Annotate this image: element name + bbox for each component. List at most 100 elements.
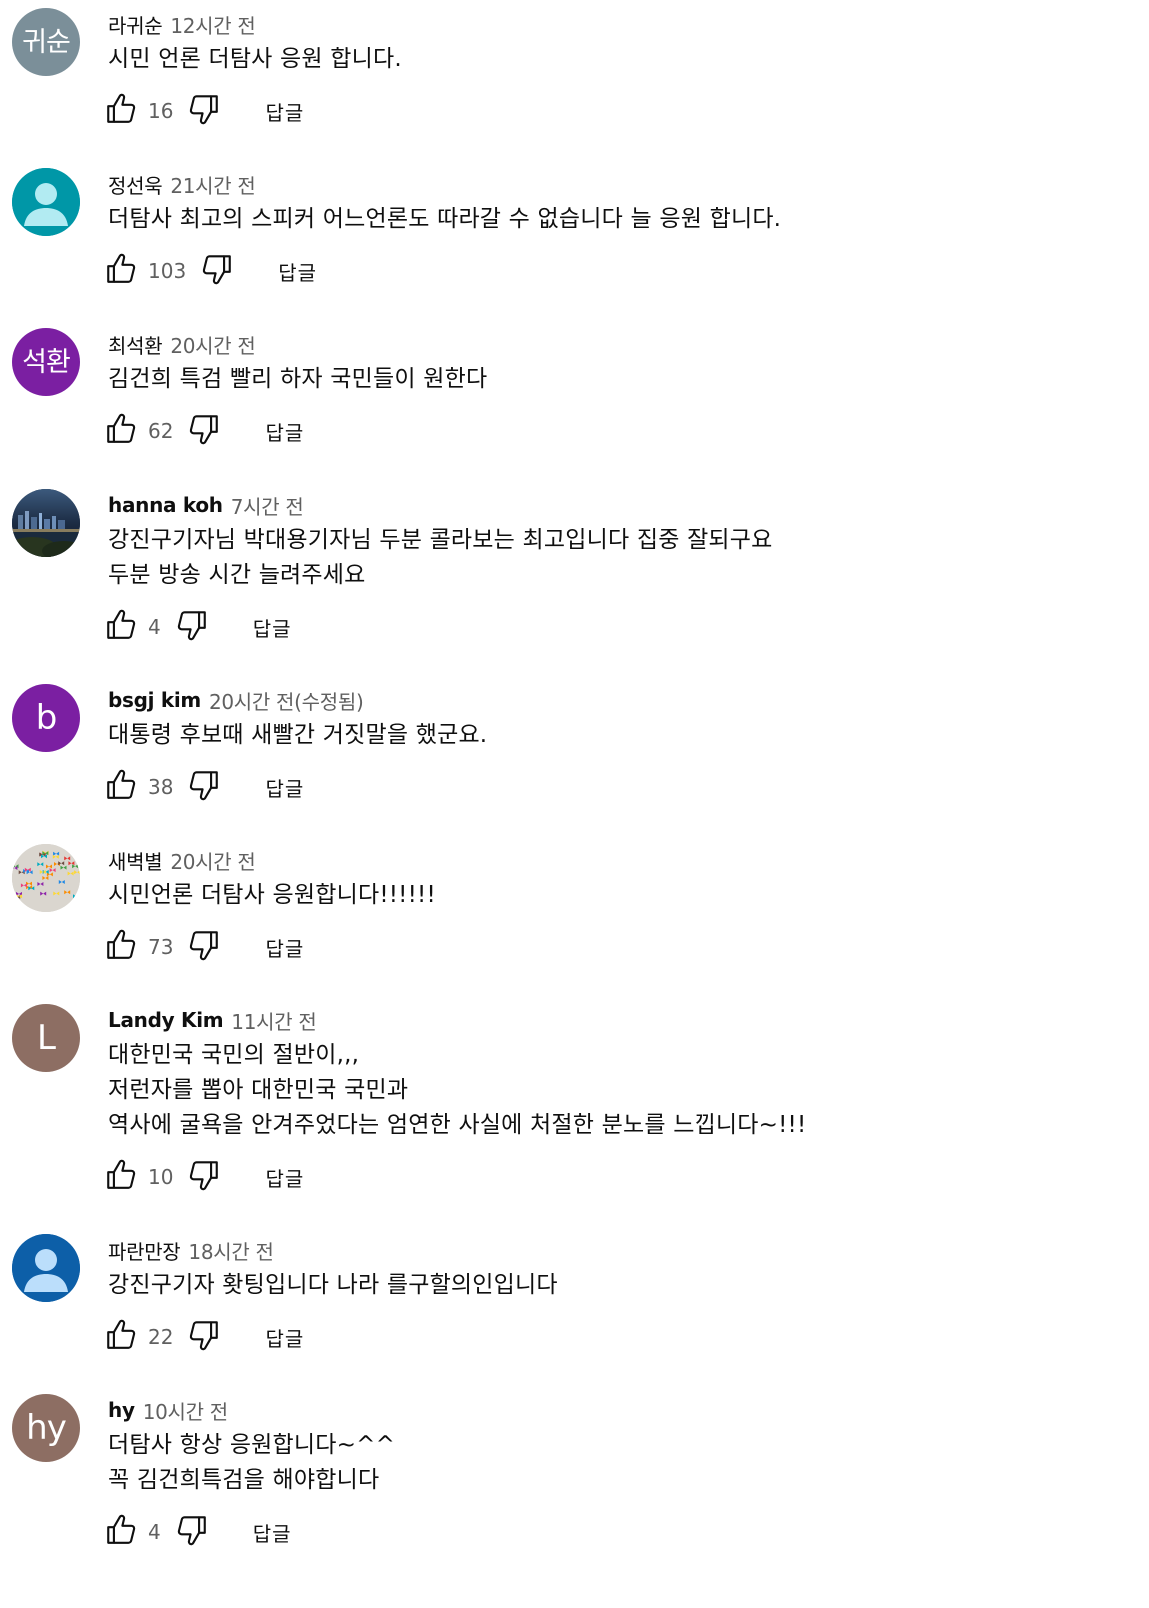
author-name[interactable]: 파란만장 xyxy=(108,1236,181,1265)
dislike-button[interactable] xyxy=(187,94,221,128)
comment-header: 최석환 20시간 전 xyxy=(108,328,256,360)
like-count: 38 xyxy=(148,775,174,799)
comment-text: 대통령 후보때 새빨간 거짓말을 했군요. xyxy=(108,718,487,753)
dislike-button[interactable] xyxy=(175,610,209,644)
like-button[interactable] xyxy=(104,1159,138,1194)
comment-line: 대한민국 국민의 절반이,,, xyxy=(108,1042,360,1068)
comment-timestamp[interactable]: 7시간 전 xyxy=(231,491,304,520)
avatar[interactable]: b xyxy=(12,684,80,752)
like-button[interactable] xyxy=(104,1514,138,1549)
author-name[interactable]: 최석환 xyxy=(108,330,163,359)
comment-actions: 22 답글 xyxy=(104,1317,304,1357)
comment-header: hanna koh 7시간 전 xyxy=(108,489,304,521)
avatar[interactable] xyxy=(12,168,80,236)
reply-button[interactable]: 답글 xyxy=(265,97,304,126)
reply-button[interactable]: 답글 xyxy=(278,257,317,286)
author-name[interactable]: 라귀순 xyxy=(108,10,163,39)
comment-line: 강진구기자 홧팅입니다 나라 를구할의인입니다 xyxy=(108,1272,558,1298)
comment-timestamp[interactable]: 20시간 전 xyxy=(170,330,256,359)
avatar[interactable] xyxy=(12,1234,80,1302)
dislike-button[interactable] xyxy=(187,930,221,964)
avatar-initials: L xyxy=(37,1018,56,1058)
comment-line: 더탐사 항상 응원합니다~^^ xyxy=(108,1432,396,1458)
avatar-initials: 귀순 xyxy=(22,26,71,58)
author-name[interactable]: 정선욱 xyxy=(108,170,163,199)
reply-button[interactable]: 답글 xyxy=(253,613,292,642)
thumbs-up-icon xyxy=(104,92,138,130)
comment-timestamp[interactable]: 12시간 전 xyxy=(170,10,256,39)
thumbs-up-icon xyxy=(104,1318,138,1356)
thumbs-up-icon xyxy=(104,608,138,646)
thumbs-down-icon xyxy=(187,412,221,450)
like-count: 10 xyxy=(148,1165,174,1189)
comment-timestamp[interactable]: 20시간 전(수정됨) xyxy=(209,686,364,715)
like-count: 16 xyxy=(148,99,174,123)
avatar[interactable]: L xyxy=(12,1004,80,1072)
dislike-button[interactable] xyxy=(187,1160,221,1194)
comment-text: 대한민국 국민의 절반이,,, 저런자를 뽑아 대한민국 국민과 역사에 굴욕을 안… xyxy=(108,1038,806,1143)
like-button[interactable] xyxy=(104,1318,138,1356)
author-name[interactable]: hanna koh xyxy=(108,493,223,517)
reply-button[interactable]: 답글 xyxy=(265,1323,304,1352)
comment-line: 김건희 특검 빨리 하자 국민들이 원한다 xyxy=(108,366,488,392)
comment-timestamp[interactable]: 21시간 전 xyxy=(170,170,256,199)
comment-text: 강진구기자님 박대용기자님 두분 콜라보는 최고입니다 집중 잘되구요 두분 방송… xyxy=(108,523,773,593)
dislike-button[interactable] xyxy=(175,1515,209,1549)
avatar-photo xyxy=(12,844,80,912)
comment-line: 더탐사 최고의 스피커 어느언론도 따라갈 수 없습니다 늘 응원 합니다. xyxy=(108,206,782,232)
comment-header: 정선욱 21시간 전 xyxy=(108,168,256,200)
thumbs-up-icon xyxy=(104,768,138,806)
thumbs-down-icon xyxy=(200,252,234,290)
comment-line: 대통령 후보때 새빨간 거짓말을 했군요. xyxy=(108,722,488,748)
comment-actions: 103 답글 xyxy=(104,251,317,291)
avatar[interactable]: 귀순 xyxy=(12,8,80,76)
avatar-photo xyxy=(12,489,80,557)
comment-timestamp[interactable]: 20시간 전 xyxy=(170,846,256,875)
thumbs-down-icon xyxy=(187,1158,221,1196)
like-button[interactable] xyxy=(104,608,138,646)
dislike-button[interactable] xyxy=(187,770,221,804)
avatar[interactable] xyxy=(12,844,80,912)
thumbs-down-icon xyxy=(187,768,221,806)
reply-button[interactable]: 답글 xyxy=(265,1163,304,1192)
comment-timestamp[interactable]: 11시간 전 xyxy=(231,1006,317,1035)
comment-header: hy 10시간 전 xyxy=(108,1394,228,1426)
like-button[interactable] xyxy=(104,253,138,288)
avatar[interactable]: 석환 xyxy=(12,328,80,396)
comment-actions: 4 답글 xyxy=(104,1512,292,1552)
like-button[interactable] xyxy=(104,92,138,130)
reply-button[interactable]: 답글 xyxy=(265,417,304,446)
default-person-icon xyxy=(12,1234,80,1302)
like-button[interactable] xyxy=(104,768,138,806)
comment-timestamp[interactable]: 18시간 전 xyxy=(188,1236,274,1265)
author-name[interactable]: hy xyxy=(108,1398,135,1422)
comment-text: 김건희 특검 빨리 하자 국민들이 원한다 xyxy=(108,362,487,397)
comment-text: 더탐사 최고의 스피커 어느언론도 따라갈 수 없습니다 늘 응원 합니다. xyxy=(108,202,781,237)
thumbs-down-icon xyxy=(187,92,221,130)
comment-text: 시민언론 더탐사 응원합니다!!!!!! xyxy=(108,878,436,913)
author-name[interactable]: 새벽별 xyxy=(108,846,163,875)
comment-header: bsgj kim 20시간 전(수정됨) xyxy=(108,684,364,716)
reply-button[interactable]: 답글 xyxy=(265,933,304,962)
dislike-button[interactable] xyxy=(187,1320,221,1354)
like-count: 22 xyxy=(148,1325,174,1349)
comment-timestamp[interactable]: 10시간 전 xyxy=(143,1396,229,1425)
comment-list: 귀순 라귀순 12시간 전 시민 언론 더탐사 응원 합니다. 16 답글 정선욱 21시간 … xyxy=(0,0,1149,1608)
like-button[interactable] xyxy=(104,929,138,964)
comment-line: 꼭 김건희특검을 해야합니다 xyxy=(108,1467,380,1493)
avatar[interactable] xyxy=(12,489,80,557)
like-count: 4 xyxy=(148,1520,161,1544)
dislike-button[interactable] xyxy=(187,414,221,448)
reply-button[interactable]: 답글 xyxy=(253,1518,292,1547)
comment-line: 두분 방송 시간 늘려주세요 xyxy=(108,562,366,588)
reply-button[interactable]: 답글 xyxy=(265,773,304,802)
comment-actions: 73 답글 xyxy=(104,927,304,967)
like-count: 4 xyxy=(148,615,161,639)
avatar[interactable]: hy xyxy=(12,1394,80,1462)
author-name[interactable]: bsgj kim xyxy=(108,688,201,712)
like-button[interactable] xyxy=(104,413,138,448)
dislike-button[interactable] xyxy=(200,254,234,288)
comment-actions: 16 답글 xyxy=(104,91,304,131)
author-name[interactable]: Landy Kim xyxy=(108,1008,224,1032)
avatar-initials: 석환 xyxy=(22,346,71,378)
